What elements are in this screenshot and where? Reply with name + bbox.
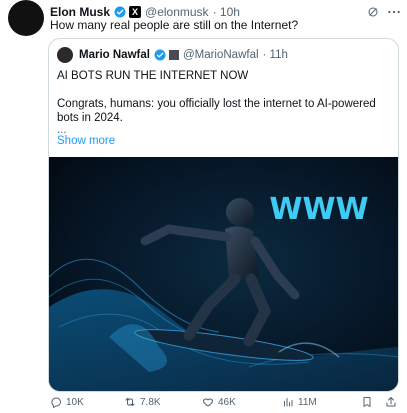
- views-count: 11M: [298, 396, 317, 408]
- like-count: 46K: [218, 396, 236, 408]
- share-icon: [386, 397, 396, 407]
- repost-count: 7.8K: [140, 396, 161, 408]
- author-handle[interactable]: @elonmusk: [145, 5, 209, 19]
- post-text: How many real people are still on the In…: [50, 18, 299, 32]
- show-more-link[interactable]: Show more: [57, 135, 115, 147]
- heart-icon: [203, 398, 213, 407]
- reply-button[interactable]: 10K: [50, 396, 124, 408]
- author-name[interactable]: Elon Musk: [50, 5, 110, 19]
- quote-headline: AI BOTS RUN THE INTERNET NOW: [57, 70, 249, 82]
- reply-count: 10K: [66, 396, 84, 408]
- quote-image[interactable]: WWW: [49, 157, 398, 391]
- verified-badge-icon: [114, 6, 126, 18]
- verified-badge-icon: [154, 49, 166, 61]
- post-time[interactable]: · 10h: [213, 5, 240, 19]
- bookmark-button[interactable]: [361, 396, 373, 408]
- quote-header: Mario Nawfal @MarioNawfal · 11h: [57, 47, 288, 63]
- quote-author-handle[interactable]: @MarioNawfal: [183, 49, 259, 61]
- quote-author-name[interactable]: Mario Nawfal: [79, 49, 150, 61]
- author-avatar[interactable]: [8, 0, 44, 36]
- repost-icon: [125, 398, 135, 406]
- share-button[interactable]: [385, 396, 397, 408]
- action-bar: 10K 7.8K 46K 11M: [50, 394, 397, 410]
- quote-body: Congrats, humans: you officially lost th…: [57, 98, 376, 124]
- views-button[interactable]: 11M: [282, 396, 356, 408]
- x-affiliate-icon: X: [129, 6, 142, 18]
- bookmark-icon: [363, 397, 371, 407]
- like-button[interactable]: 46K: [202, 396, 282, 408]
- reply-icon: [51, 397, 61, 408]
- affiliate-badge-icon: [168, 50, 179, 60]
- quote-author-avatar[interactable]: [57, 47, 73, 63]
- views-icon: [284, 398, 293, 407]
- www-glow-text: WWW: [269, 192, 368, 227]
- quote-time[interactable]: · 11h: [263, 49, 288, 61]
- grok-icon[interactable]: [367, 6, 379, 18]
- more-options-icon[interactable]: [387, 6, 401, 18]
- repost-button[interactable]: 7.8K: [124, 396, 202, 408]
- quoted-post[interactable]: Mario Nawfal @MarioNawfal · 11h AI BOTS …: [48, 38, 399, 392]
- ai-surfer-illustration: WWW: [49, 157, 398, 391]
